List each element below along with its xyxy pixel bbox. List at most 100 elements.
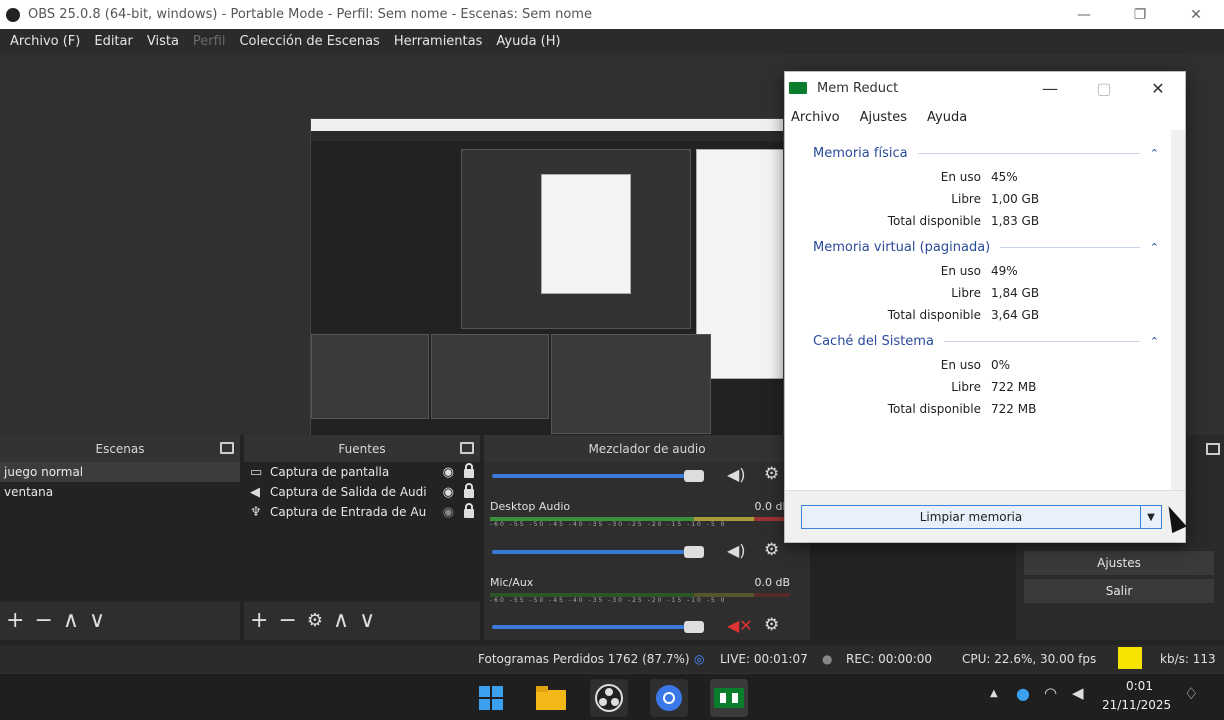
mw-close-button[interactable]: ✕ xyxy=(1131,72,1185,104)
scene-item[interactable]: ventana xyxy=(0,482,240,502)
mw-menu-ajustes[interactable]: Ajustes xyxy=(860,110,907,125)
slider-knob[interactable] xyxy=(684,546,704,558)
remove-scene-button[interactable]: − xyxy=(34,610,52,632)
settings-button[interactable]: Ajustes xyxy=(1024,551,1214,575)
microphone-icon[interactable]: ● xyxy=(1016,684,1030,703)
row-value: 0% xyxy=(991,358,1011,372)
eye-icon[interactable]: ◉ xyxy=(443,465,454,480)
move-scene-up-button[interactable]: ∧ xyxy=(63,610,79,632)
maximize-button[interactable]: ❐ xyxy=(1112,0,1168,29)
bitrate: kb/s: 113 xyxy=(1160,652,1216,666)
slider-knob[interactable] xyxy=(684,621,704,633)
undock-icon[interactable] xyxy=(460,442,474,454)
title-bar: OBS 25.0.8 (64-bit, windows) - Portable … xyxy=(0,0,1224,29)
clock-time[interactable]: 0:01 xyxy=(1126,679,1153,693)
chevron-up-icon[interactable]: ⌃ xyxy=(1150,147,1159,160)
menu-ayuda[interactable]: Ayuda (H) xyxy=(496,34,560,49)
chevron-up-icon[interactable]: ⌃ xyxy=(1150,241,1159,254)
menu-archivo[interactable]: Archivo (F) xyxy=(10,34,80,49)
close-button[interactable]: ✕ xyxy=(1168,0,1224,29)
preview-screen-capture xyxy=(310,118,784,472)
sources-title: Fuentes xyxy=(338,441,386,456)
menu-bar: Archivo (F) Editar Vista Perfil Colecció… xyxy=(0,29,1224,53)
chevron-up-icon[interactable]: ⌃ xyxy=(1150,335,1159,348)
mem-reduct-titlebar: Mem Reduct — ▢ ✕ xyxy=(785,72,1185,104)
volume-slider[interactable] xyxy=(492,470,704,482)
channel-db: 0.0 dB xyxy=(754,576,790,589)
file-explorer-icon[interactable] xyxy=(532,679,570,717)
row-value: 1,84 GB xyxy=(991,286,1040,300)
source-item[interactable]: ◀ Captura de Salida de Audi ◉ xyxy=(244,482,480,502)
minimize-button[interactable]: — xyxy=(1056,0,1112,29)
eye-hidden-icon[interactable]: ◉ xyxy=(443,505,454,520)
rec-icon: ● xyxy=(822,652,833,666)
mem-reduct-menu: Archivo Ajustes Ayuda xyxy=(785,104,1185,130)
gear-icon[interactable]: ⚙ xyxy=(764,615,779,635)
menu-vista[interactable]: Vista xyxy=(147,34,179,49)
move-source-down-button[interactable]: ∨ xyxy=(359,610,375,632)
wifi-icon[interactable]: ◠ xyxy=(1044,684,1057,702)
mw-menu-archivo[interactable]: Archivo xyxy=(791,110,840,125)
speaker-muted-icon[interactable]: ◀✕ xyxy=(727,616,753,635)
volume-slider[interactable] xyxy=(492,621,704,633)
source-properties-button[interactable]: ⚙ xyxy=(307,612,323,630)
section-system-cache[interactable]: Caché del Sistema ⌃ xyxy=(813,334,1159,349)
clock-date[interactable]: 21/11/2025 xyxy=(1102,698,1171,712)
mw-minimize-button[interactable]: — xyxy=(1023,72,1077,104)
notification-bell-icon[interactable]: ♢ xyxy=(1184,684,1198,703)
mem-reduct-icon[interactable] xyxy=(710,679,748,717)
obs-app-icon xyxy=(6,7,20,22)
eye-icon[interactable]: ◉ xyxy=(443,485,454,500)
section-physical-memory[interactable]: Memoria física ⌃ xyxy=(813,146,1159,161)
nested-sources xyxy=(431,334,549,419)
source-item[interactable]: ♆ Captura de Entrada de Au ◉ xyxy=(244,502,480,522)
channel-name: Desktop Audio xyxy=(490,500,571,513)
volume-icon[interactable]: ◀ xyxy=(1072,684,1084,702)
chevron-up-icon[interactable]: ▲ xyxy=(990,688,998,699)
section-virtual-memory[interactable]: Memoria virtual (paginada) ⌃ xyxy=(813,240,1159,255)
speaker-icon[interactable]: ◀) xyxy=(727,541,746,560)
add-scene-button[interactable]: + xyxy=(6,610,24,632)
volume-slider[interactable] xyxy=(492,546,704,558)
exit-button[interactable]: Salir xyxy=(1024,579,1214,603)
scene-item[interactable]: juego normal xyxy=(0,462,240,482)
lock-icon[interactable] xyxy=(464,463,474,478)
row-value: 1,83 GB xyxy=(991,214,1040,228)
menu-editar[interactable]: Editar xyxy=(94,34,133,49)
scrollbar[interactable] xyxy=(1171,130,1185,490)
level-meter xyxy=(490,593,790,597)
menu-herramientas[interactable]: Herramientas xyxy=(394,34,483,49)
remove-source-button[interactable]: − xyxy=(278,610,296,632)
gear-icon[interactable]: ⚙ xyxy=(764,540,779,560)
mw-menu-ayuda[interactable]: Ayuda xyxy=(927,110,967,125)
slider-knob[interactable] xyxy=(684,470,704,482)
chevron-down-icon[interactable]: ▼ xyxy=(1140,505,1162,529)
menu-coleccion-escenas[interactable]: Colección de Escenas xyxy=(239,34,379,49)
taskbar: ▲ ● ◠ ◀ 0:01 21/11/2025 ♢ xyxy=(0,673,1224,720)
undock-icon[interactable] xyxy=(220,442,234,454)
windows-start-icon[interactable] xyxy=(472,679,510,717)
row-value: 3,64 GB xyxy=(991,308,1040,322)
source-label: Captura de Entrada de Au xyxy=(270,505,427,519)
menu-perfil[interactable]: Perfil xyxy=(193,34,226,49)
level-meter xyxy=(490,517,790,521)
add-source-button[interactable]: + xyxy=(250,610,268,632)
clean-memory-button[interactable]: Limpiar memoria xyxy=(801,505,1141,529)
mem-reduct-list: Memoria física ⌃ En uso 45% Libre 1,00 GB… xyxy=(785,130,1173,490)
obs-icon[interactable] xyxy=(590,679,628,717)
lock-icon[interactable] xyxy=(464,503,474,518)
mic-icon: ♆ xyxy=(250,504,262,520)
lock-icon[interactable] xyxy=(464,483,474,498)
move-scene-down-button[interactable]: ∨ xyxy=(89,610,105,632)
undock-icon[interactable] xyxy=(1206,443,1220,455)
mixer-title: Mezclador de audio xyxy=(588,441,706,456)
source-item[interactable]: ▭ Captura de pantalla ◉ xyxy=(244,462,480,482)
mixer-channel-desktop: Desktop Audio 0.0 dB -60 -55 -50 -45 -40… xyxy=(490,500,790,529)
gear-icon[interactable]: ⚙ xyxy=(764,464,779,484)
speaker-icon[interactable]: ◀) xyxy=(727,465,746,484)
section-title: Caché del Sistema xyxy=(813,334,934,349)
move-source-up-button[interactable]: ∧ xyxy=(333,610,349,632)
chromium-icon[interactable] xyxy=(650,679,688,717)
audio-mixer-dock: Mezclador de audio ◀) ⚙ Desktop Audio 0.… xyxy=(484,435,810,640)
mw-maximize-button[interactable]: ▢ xyxy=(1077,72,1131,104)
